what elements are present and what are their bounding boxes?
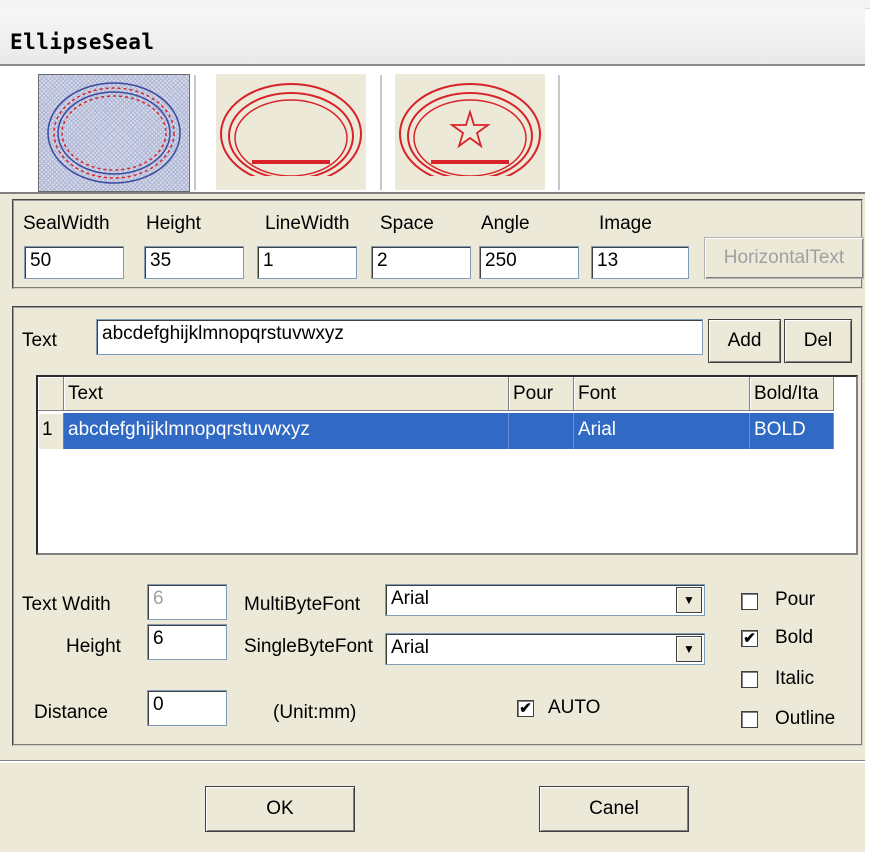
del-button[interactable]: Del [784,319,852,363]
line-width-label: LineWidth [265,213,350,234]
table-cell-pour[interactable] [509,413,574,449]
chevron-down-icon[interactable]: ▼ [676,636,702,662]
unit-label: (Unit:mm) [273,702,357,723]
seal-thumbnail-star[interactable] [395,74,545,190]
seal-width-input[interactable]: 50 [24,246,124,279]
table-cell-text[interactable]: abcdefghijklmnopqrstuvwxyz [64,413,509,449]
text-label: Text [22,330,57,351]
singlebyte-font-label: SingleByteFont [244,636,373,657]
text-table[interactable]: Text Pour Font Bold/Ita 1 abcdefghijklmn… [36,375,858,555]
row-number: 1 [38,413,64,449]
multibyte-font-label: MultiByteFont [244,594,361,615]
singlebyte-font-select[interactable]: Arial ▼ [385,633,705,665]
height-label: Height [146,213,201,234]
angle-label: Angle [481,213,530,234]
singlebyte-font-value: Arial [391,637,430,658]
space-label: Space [380,213,434,234]
text-width-label: Text Wdith [22,594,111,615]
ellipse-double-dashed-icon [47,82,181,184]
seal-thumbnail-bar[interactable] [216,74,366,190]
ellipse-with-bar-icon [220,83,362,190]
ok-button[interactable]: OK [205,786,355,832]
multibyte-font-value: Arial [391,588,430,609]
seal-width-label: SealWidth [23,213,110,234]
column-header-font[interactable]: Font [574,377,750,411]
image-input[interactable]: 13 [591,246,689,279]
cancel-button[interactable]: Canel [539,786,689,832]
footer-divider [0,760,865,763]
row-number-header [38,377,64,411]
thumbnail-divider [558,75,560,190]
column-header-pour[interactable]: Pour [509,377,574,411]
auto-checkbox[interactable]: ✔ [517,700,534,717]
pour-checkbox[interactable] [741,593,758,610]
height-input[interactable]: 35 [144,246,244,279]
space-input[interactable]: 2 [371,246,471,279]
bold-checkbox[interactable]: ✔ [741,630,758,647]
thumbnail-divider [194,75,196,190]
font-height-label: Height [66,636,121,657]
outline-label: Outline [775,708,836,729]
text-input[interactable]: abcdefghijklmnopqrstuvwxyz [96,319,703,355]
bold-label: Bold [775,627,814,648]
outline-checkbox[interactable] [741,711,758,728]
distance-label: Distance [34,702,108,723]
window-title: EllipseSeal [10,30,155,54]
italic-checkbox[interactable] [741,671,758,688]
title-bar[interactable]: EllipseSeal [0,8,865,66]
table-cell-style[interactable]: BOLD [750,413,834,449]
distance-input[interactable]: 0 [147,690,227,726]
line-width-input[interactable]: 1 [257,246,357,279]
font-height-input[interactable]: 6 [147,624,227,660]
table-cell-font[interactable]: Arial [574,413,750,449]
multibyte-font-select[interactable]: Arial ▼ [385,584,705,616]
pour-label: Pour [775,589,816,610]
image-label: Image [599,213,652,234]
column-header-text[interactable]: Text [64,377,509,411]
chevron-down-icon[interactable]: ▼ [676,587,702,613]
text-width-input[interactable]: 6 [147,584,227,620]
thumbnail-divider [380,75,382,190]
auto-label: AUTO [548,697,601,718]
horizontal-text-button[interactable]: HorizontalText [704,237,864,279]
column-header-bold-italic[interactable]: Bold/Ita [750,377,834,411]
ellipse-with-star-icon [399,83,541,190]
angle-input[interactable]: 250 [479,246,579,279]
italic-label: Italic [775,668,815,689]
seal-thumbnail-selected[interactable] [38,74,190,192]
add-button[interactable]: Add [708,319,781,363]
